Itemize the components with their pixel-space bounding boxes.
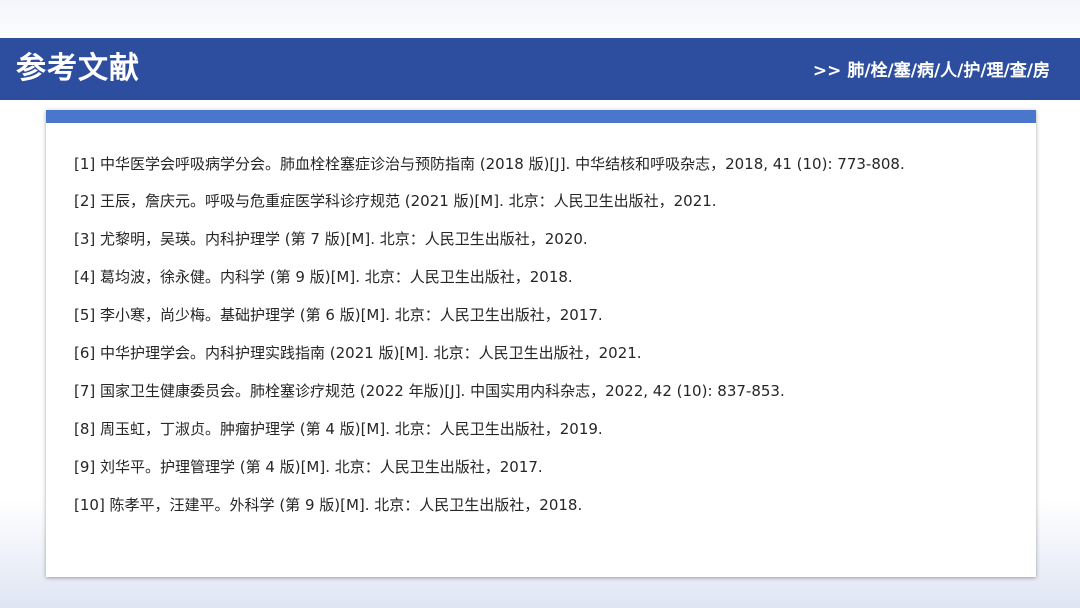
page-title: 参考文献 (16, 51, 140, 86)
reference-item-3: [3] 尤黎明，吴瑛。内科护理学 (第 7 版)[M]. 北京：人民卫生出版社，… (74, 230, 588, 248)
reference-item-7: [7] 国家卫生健康委员会。肺栓塞诊疗规范 (2022 年版)[J]. 中国实用… (74, 382, 785, 400)
reference-item-8: [8] 周玉虹，丁淑贞。肿瘤护理学 (第 4 版)[M]. 北京：人民卫生出版社… (74, 420, 603, 438)
reference-item-1: [1] 中华医学会呼吸病学分会。肺血栓栓塞症诊治与预防指南 (2018 版)[J… (74, 155, 905, 173)
reference-item-2: [2] 王辰，詹庆元。呼吸与危重症医学科诊疗规范 (2021 版)[M]. 北京… (74, 192, 717, 210)
reference-item-9: [9] 刘华平。护理管理学 (第 4 版)[M]. 北京：人民卫生出版社，201… (74, 458, 543, 476)
accent-strip (46, 110, 1036, 123)
reference-list: [1] 中华医学会呼吸病学分会。肺血栓栓塞症诊治与预防指南 (2018 版)[J… (74, 148, 1014, 526)
section-breadcrumb: >> 肺/栓/塞/病/人/护/理/查/房 (812, 61, 1050, 81)
header-bar: 参考文献 >> 肺/栓/塞/病/人/护/理/查/房 (0, 38, 1080, 100)
reference-item-5: [5] 李小寒，尚少梅。基础护理学 (第 6 版)[M]. 北京：人民卫生出版社… (74, 306, 603, 324)
reference-item-6: [6] 中华护理学会。内科护理实践指南 (2021 版)[M]. 北京：人民卫生… (74, 344, 642, 362)
reference-item-4: [4] 葛均波，徐永健。内科学 (第 9 版)[M]. 北京：人民卫生出版社，2… (74, 268, 573, 286)
reference-item-10: [10] 陈孝平，汪建平。外科学 (第 9 版)[M]. 北京：人民卫生出版社，… (74, 496, 583, 514)
references-card: [1] 中华医学会呼吸病学分会。肺血栓栓塞症诊治与预防指南 (2018 版)[J… (46, 110, 1036, 577)
